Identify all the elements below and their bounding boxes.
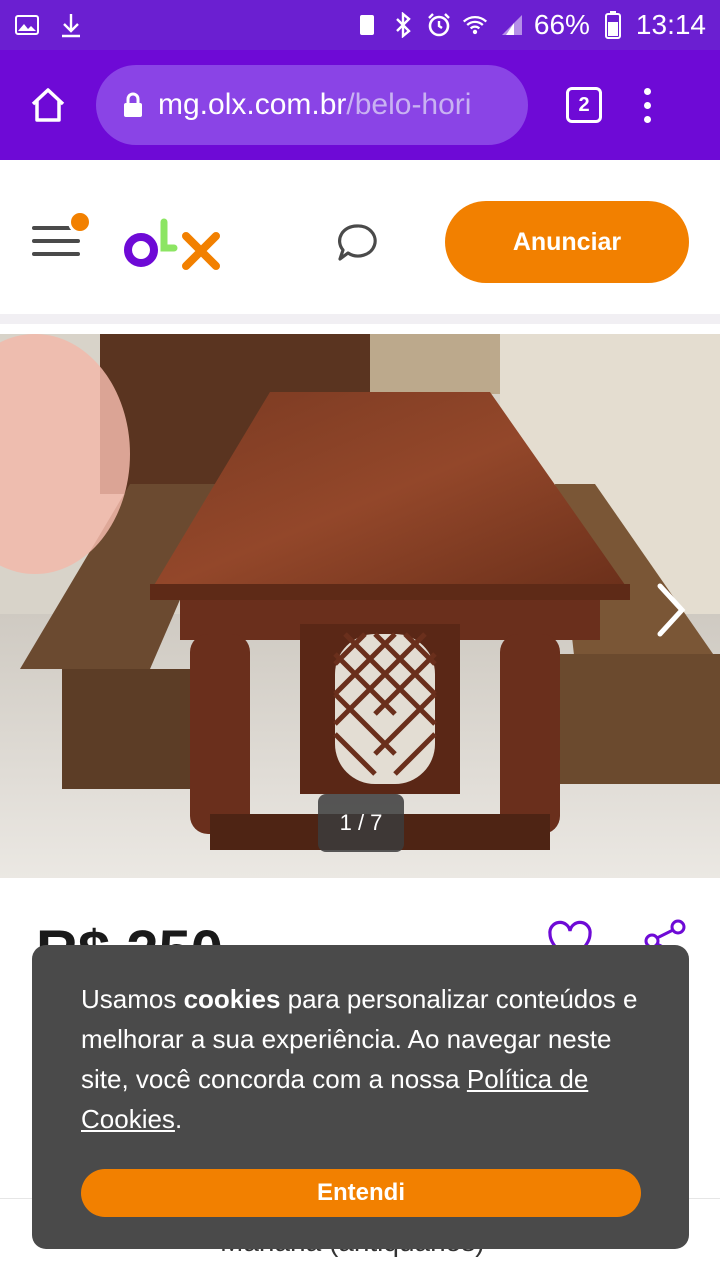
url-domain: mg.olx.com.br [158, 88, 347, 121]
bluetooth-icon [390, 12, 416, 38]
home-icon [31, 88, 65, 122]
wifi-icon [462, 12, 488, 38]
chat-button[interactable] [336, 222, 378, 264]
entendi-button[interactable]: Entendi [81, 1169, 641, 1217]
lock-icon [124, 92, 142, 117]
url-bar[interactable]: mg.olx.com.br/belo-hori [96, 65, 528, 145]
battery-percent: 66% [533, 9, 590, 40]
browser-menu-button[interactable] [644, 87, 651, 123]
cookie-text-start: Usamos [81, 984, 184, 1014]
cookie-message: Usamos cookies para personalizar conteúd… [81, 979, 651, 1139]
home-button[interactable] [0, 50, 96, 160]
vibrate-icon [354, 12, 380, 38]
chevron-right-icon[interactable] [654, 580, 690, 640]
alarm-icon [426, 12, 452, 38]
browser-toolbar: mg.olx.com.br/belo-hori 2 [0, 50, 720, 160]
anunciar-button[interactable]: Anunciar [445, 201, 689, 283]
more-dot-icon [644, 115, 651, 123]
image-icon [14, 12, 40, 38]
tab-switcher-button[interactable]: 2 [566, 87, 602, 123]
cookie-banner: Usamos cookies para personalizar conteúd… [32, 945, 689, 1249]
listing-photo-carousel[interactable]: 1 / 7 [0, 334, 720, 878]
more-dot-icon [644, 101, 651, 109]
clock: 13:14 [635, 9, 706, 40]
photo-counter: 1 / 7 [318, 794, 404, 852]
url-path: /belo-hori [346, 88, 472, 121]
hamburger-menu-button[interactable] [32, 210, 92, 260]
cookie-text-end: . [174, 1104, 183, 1134]
chat-bubble-icon [338, 224, 377, 261]
hamburger-line [32, 252, 80, 256]
cookie-text-bold: cookies [183, 984, 281, 1014]
notification-dot [68, 210, 92, 234]
more-dot-icon [644, 87, 651, 95]
hamburger-line [32, 239, 80, 243]
download-icon [58, 12, 84, 38]
site-header: Anunciar [0, 160, 720, 324]
olx-logo[interactable] [124, 212, 224, 272]
olx-logo-icon [124, 218, 220, 270]
status-bar: 66% 13:14 [0, 0, 720, 50]
signal-icon [498, 12, 524, 38]
battery-icon [600, 11, 626, 39]
